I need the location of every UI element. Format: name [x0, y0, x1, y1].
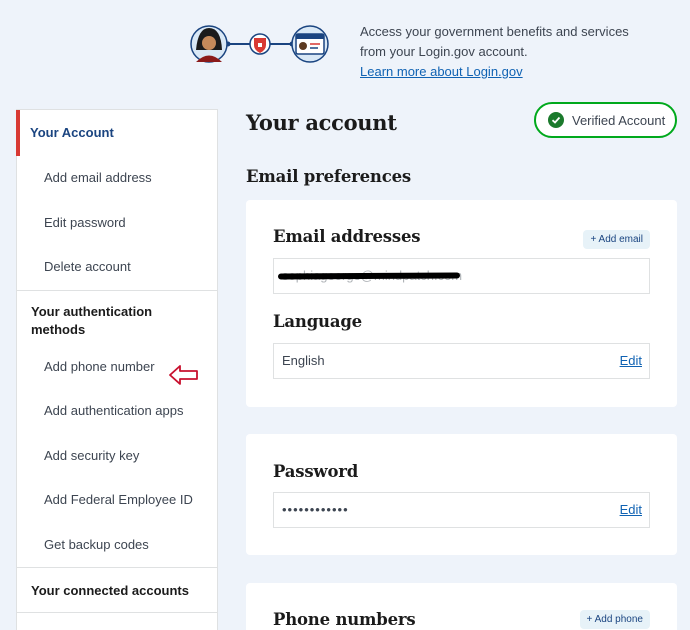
language-heading: Language — [273, 312, 362, 331]
banner-text: Access your government benefits and serv… — [360, 22, 660, 82]
sidebar-item-backup-codes[interactable]: Get backup codes — [17, 523, 217, 568]
hero-illustration — [190, 22, 330, 66]
learn-more-link[interactable]: Learn more about Login.gov — [360, 62, 523, 82]
password-heading: Password — [273, 462, 359, 481]
page-title: Your account — [246, 110, 397, 135]
sidebar-item-delete-account[interactable]: Delete account — [17, 245, 217, 290]
verified-account-badge: Verified Account — [534, 102, 677, 138]
edit-password-link[interactable]: Edit — [620, 493, 642, 527]
password-field: •••••••••••• Edit — [273, 492, 650, 528]
user-avatar-icon — [190, 25, 228, 63]
language-field: English Edit — [273, 343, 650, 379]
banner-text-line1: Access your government benefits and serv… — [360, 24, 629, 39]
phone-numbers-card: Phone numbers + Add phone — [246, 583, 677, 630]
banner-text-line2: from your Login.gov account. — [360, 44, 528, 59]
id-card-icon — [291, 25, 329, 63]
verified-label: Verified Account — [572, 112, 666, 128]
check-circle-icon — [548, 112, 564, 128]
password-card: Password •••••••••••• Edit — [246, 434, 677, 555]
sidebar-item-add-piv[interactable]: Add Federal Employee ID — [17, 478, 217, 523]
arrow-left-icon — [168, 364, 200, 386]
header-banner: Access your government benefits and serv… — [0, 0, 690, 95]
language-value: English — [282, 353, 325, 368]
sidebar-item-add-security-key[interactable]: Add security key — [17, 434, 217, 479]
shield-icon — [249, 33, 271, 55]
email-preferences-heading: Email preferences — [246, 167, 411, 186]
edit-language-link[interactable]: Edit — [620, 344, 642, 378]
email-field: sophiageorge@mindpatch.com — [273, 258, 650, 294]
phone-numbers-heading: Phone numbers — [273, 610, 416, 629]
redaction-bar — [277, 272, 461, 280]
email-preferences-card: Email addresses + Add email sophiageorge… — [246, 200, 677, 407]
sidebar-item-your-account[interactable]: Your Account — [16, 110, 217, 156]
sidebar-item-add-auth-apps[interactable]: Add authentication apps — [17, 389, 217, 434]
sidebar-item-connected-accounts[interactable]: Your connected accounts — [17, 568, 217, 612]
sidebar-group-auth: Your authentication methods Add phone nu… — [17, 291, 217, 568]
email-addresses-heading: Email addresses — [273, 227, 421, 246]
sidebar-item-add-email[interactable]: Add email address — [17, 156, 217, 201]
sidebar-item-auth-methods[interactable]: Your authentication methods — [17, 291, 217, 345]
sidebar-group-connected: Your connected accounts — [17, 568, 217, 613]
password-value: •••••••••••• — [282, 502, 349, 517]
sidebar-group-account: Your Account Add email address Edit pass… — [16, 110, 217, 291]
sidebar-item-edit-password[interactable]: Edit password — [17, 201, 217, 246]
add-phone-button[interactable]: + Add phone — [579, 610, 650, 629]
add-email-button[interactable]: + Add email — [583, 230, 650, 249]
